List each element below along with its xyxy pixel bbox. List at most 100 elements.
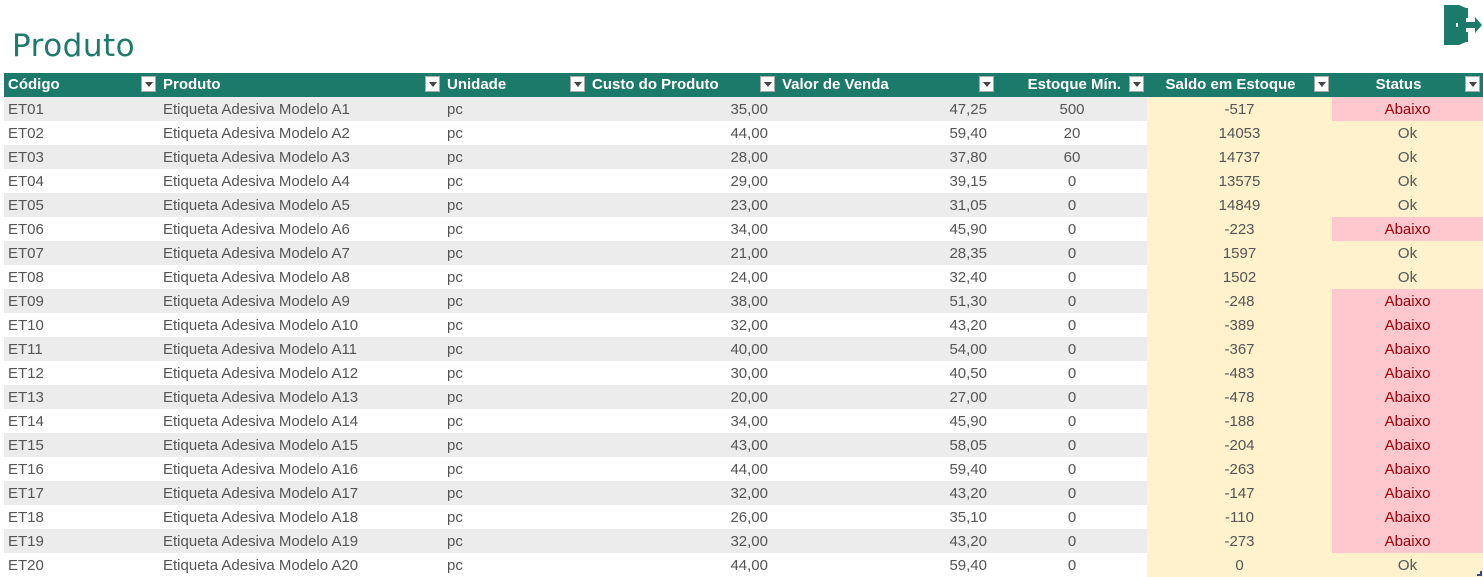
cell-estoque-min[interactable]: 0 <box>997 361 1147 385</box>
table-row[interactable]: ET04 Etiqueta Adesiva Modelo A4 pc 29,00 39,… <box>4 169 1483 193</box>
cell-unidade[interactable]: pc <box>443 193 588 217</box>
cell-custo[interactable]: 34,00 <box>588 409 778 433</box>
cell-estoque-min[interactable]: 0 <box>997 553 1147 577</box>
table-row[interactable]: ET20 Etiqueta Adesiva Modelo A20 pc 44,00 59… <box>4 553 1483 577</box>
cell-produto[interactable]: Etiqueta Adesiva Modelo A5 <box>159 193 443 217</box>
cell-saldo[interactable]: -248 <box>1147 289 1332 313</box>
filter-dropdown-icon[interactable] <box>1465 76 1480 92</box>
cell-codigo[interactable]: ET04 <box>4 169 159 193</box>
cell-codigo[interactable]: ET10 <box>4 313 159 337</box>
cell-estoque-min[interactable]: 500 <box>997 97 1147 121</box>
cell-custo[interactable]: 24,00 <box>588 265 778 289</box>
cell-valor[interactable]: 35,10 <box>778 505 997 529</box>
cell-estoque-min[interactable]: 0 <box>997 433 1147 457</box>
cell-status[interactable]: Abaixo <box>1332 529 1483 553</box>
cell-saldo[interactable]: -273 <box>1147 529 1332 553</box>
cell-unidade[interactable]: pc <box>443 313 588 337</box>
cell-produto[interactable]: Etiqueta Adesiva Modelo A7 <box>159 241 443 265</box>
cell-status[interactable]: Ok <box>1332 553 1483 577</box>
cell-custo[interactable]: 20,00 <box>588 385 778 409</box>
cell-codigo[interactable]: ET05 <box>4 193 159 217</box>
cell-estoque-min[interactable]: 0 <box>997 289 1147 313</box>
cell-saldo[interactable]: -367 <box>1147 337 1332 361</box>
cell-codigo[interactable]: ET11 <box>4 337 159 361</box>
cell-custo[interactable]: 34,00 <box>588 217 778 241</box>
cell-unidade[interactable]: pc <box>443 337 588 361</box>
cell-saldo[interactable]: 14737 <box>1147 145 1332 169</box>
cell-saldo[interactable]: 14053 <box>1147 121 1332 145</box>
cell-produto[interactable]: Etiqueta Adesiva Modelo A13 <box>159 385 443 409</box>
cell-unidade[interactable]: pc <box>443 481 588 505</box>
cell-produto[interactable]: Etiqueta Adesiva Modelo A1 <box>159 97 443 121</box>
cell-valor[interactable]: 58,05 <box>778 433 997 457</box>
cell-unidade[interactable]: pc <box>443 289 588 313</box>
cell-produto[interactable]: Etiqueta Adesiva Modelo A4 <box>159 169 443 193</box>
table-row[interactable]: ET11 Etiqueta Adesiva Modelo A11 pc 40,00 54… <box>4 337 1483 361</box>
cell-saldo[interactable]: -147 <box>1147 481 1332 505</box>
cell-custo[interactable]: 38,00 <box>588 289 778 313</box>
table-row[interactable]: ET02 Etiqueta Adesiva Modelo A2 pc 44,00 59,… <box>4 121 1483 145</box>
cell-codigo[interactable]: ET19 <box>4 529 159 553</box>
cell-valor[interactable]: 45,90 <box>778 217 997 241</box>
cell-saldo[interactable]: -263 <box>1147 457 1332 481</box>
filter-dropdown-icon[interactable] <box>1129 76 1144 92</box>
cell-estoque-min[interactable]: 0 <box>997 193 1147 217</box>
cell-codigo[interactable]: ET02 <box>4 121 159 145</box>
cell-custo[interactable]: 40,00 <box>588 337 778 361</box>
cell-valor[interactable]: 39,15 <box>778 169 997 193</box>
cell-estoque-min[interactable]: 20 <box>997 121 1147 145</box>
filter-dropdown-icon[interactable] <box>979 76 994 92</box>
table-row[interactable]: ET06 Etiqueta Adesiva Modelo A6 pc 34,00 45,… <box>4 217 1483 241</box>
filter-dropdown-icon[interactable] <box>141 76 156 92</box>
cell-valor[interactable]: 43,20 <box>778 481 997 505</box>
cell-status[interactable]: Abaixo <box>1332 361 1483 385</box>
cell-saldo[interactable]: 1502 <box>1147 265 1332 289</box>
cell-codigo[interactable]: ET06 <box>4 217 159 241</box>
cell-codigo[interactable]: ET20 <box>4 553 159 577</box>
table-row[interactable]: ET19 Etiqueta Adesiva Modelo A19 pc 32,00 43… <box>4 529 1483 553</box>
cell-status[interactable]: Abaixo <box>1332 337 1483 361</box>
cell-codigo[interactable]: ET08 <box>4 265 159 289</box>
cell-valor[interactable]: 27,00 <box>778 385 997 409</box>
cell-estoque-min[interactable]: 0 <box>997 217 1147 241</box>
cell-status[interactable]: Abaixo <box>1332 313 1483 337</box>
cell-unidade[interactable]: pc <box>443 265 588 289</box>
table-row[interactable]: ET05 Etiqueta Adesiva Modelo A5 pc 23,00 31,… <box>4 193 1483 217</box>
cell-custo[interactable]: 44,00 <box>588 121 778 145</box>
cell-estoque-min[interactable]: 0 <box>997 529 1147 553</box>
cell-codigo[interactable]: ET13 <box>4 385 159 409</box>
table-row[interactable]: ET18 Etiqueta Adesiva Modelo A18 pc 26,00 35… <box>4 505 1483 529</box>
cell-saldo[interactable]: 13575 <box>1147 169 1332 193</box>
table-row[interactable]: ET17 Etiqueta Adesiva Modelo A17 pc 32,00 43… <box>4 481 1483 505</box>
cell-produto[interactable]: Etiqueta Adesiva Modelo A10 <box>159 313 443 337</box>
cell-valor[interactable]: 59,40 <box>778 121 997 145</box>
cell-produto[interactable]: Etiqueta Adesiva Modelo A2 <box>159 121 443 145</box>
cell-unidade[interactable]: pc <box>443 385 588 409</box>
cell-saldo[interactable]: -389 <box>1147 313 1332 337</box>
table-resize-handle[interactable] <box>1477 571 1482 576</box>
cell-unidade[interactable]: pc <box>443 553 588 577</box>
cell-unidade[interactable]: pc <box>443 529 588 553</box>
cell-status[interactable]: Abaixo <box>1332 481 1483 505</box>
cell-custo[interactable]: 29,00 <box>588 169 778 193</box>
cell-produto[interactable]: Etiqueta Adesiva Modelo A18 <box>159 505 443 529</box>
cell-estoque-min[interactable]: 0 <box>997 385 1147 409</box>
table-row[interactable]: ET14 Etiqueta Adesiva Modelo A14 pc 34,00 45… <box>4 409 1483 433</box>
cell-unidade[interactable]: pc <box>443 433 588 457</box>
cell-valor[interactable]: 31,05 <box>778 193 997 217</box>
cell-valor[interactable]: 43,20 <box>778 529 997 553</box>
cell-custo[interactable]: 32,00 <box>588 529 778 553</box>
cell-status[interactable]: Ok <box>1332 193 1483 217</box>
cell-custo[interactable]: 23,00 <box>588 193 778 217</box>
cell-codigo[interactable]: ET09 <box>4 289 159 313</box>
cell-codigo[interactable]: ET16 <box>4 457 159 481</box>
cell-custo[interactable]: 43,00 <box>588 433 778 457</box>
cell-codigo[interactable]: ET12 <box>4 361 159 385</box>
cell-saldo[interactable]: 0 <box>1147 553 1332 577</box>
cell-status[interactable]: Abaixo <box>1332 97 1483 121</box>
cell-status[interactable]: Abaixo <box>1332 505 1483 529</box>
cell-status[interactable]: Abaixo <box>1332 457 1483 481</box>
cell-produto[interactable]: Etiqueta Adesiva Modelo A15 <box>159 433 443 457</box>
cell-saldo[interactable]: -110 <box>1147 505 1332 529</box>
cell-codigo[interactable]: ET01 <box>4 97 159 121</box>
